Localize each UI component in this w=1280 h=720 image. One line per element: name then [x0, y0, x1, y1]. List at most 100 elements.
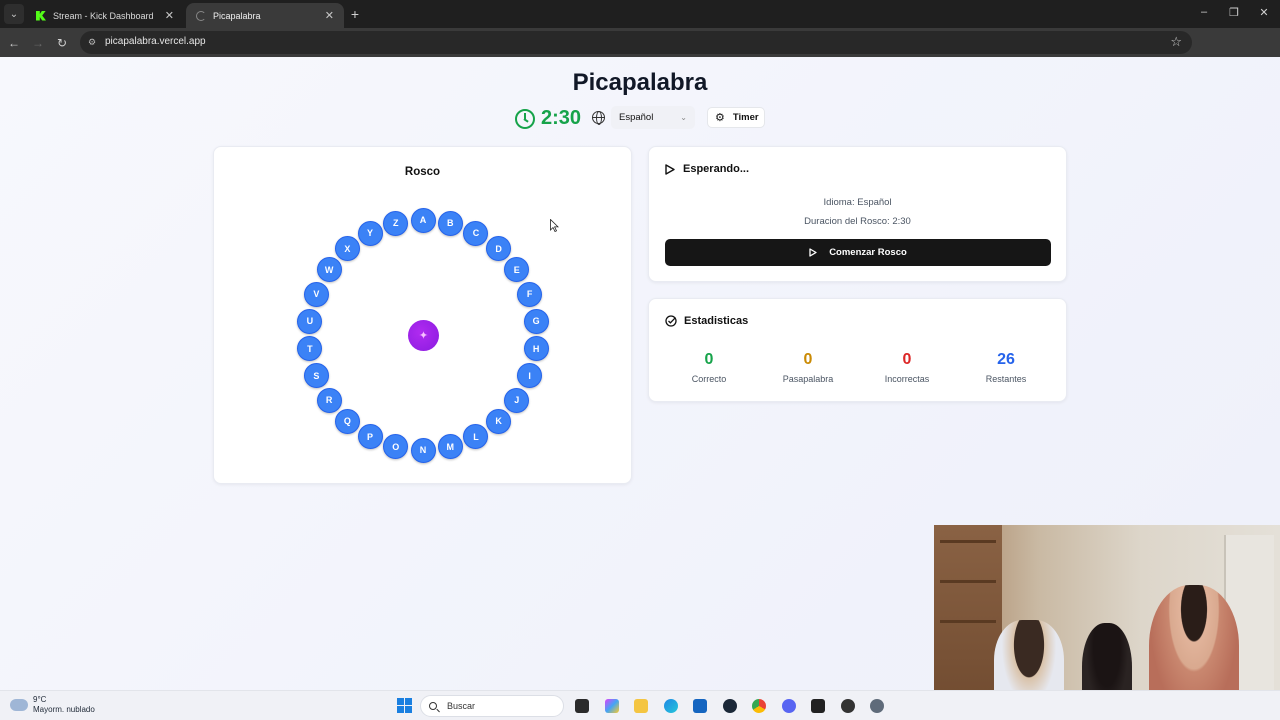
language-select[interactable]: Español ⌄ — [611, 106, 695, 129]
capcut-icon[interactable] — [811, 699, 825, 713]
rosco-letter-q: Q — [334, 408, 360, 434]
close-window-icon[interactable]: ✕ — [1254, 6, 1274, 19]
rosco-letter-w: W — [316, 257, 342, 283]
tab-title: Stream - Kick Dashboard — [53, 10, 154, 21]
rosco-letter-s: S — [303, 363, 329, 389]
rosco-letter-l: L — [463, 424, 489, 450]
chevron-down-icon: ⌄ — [680, 113, 687, 122]
close-tab-icon[interactable]: ✕ — [165, 9, 174, 22]
close-tab-icon[interactable]: ✕ — [325, 9, 334, 22]
rosco-letter-u: U — [297, 308, 323, 334]
rosco-letter-a: A — [410, 207, 436, 233]
check-circle-icon — [665, 315, 677, 327]
start-rosco-button[interactable]: Comenzar Rosco — [665, 239, 1051, 266]
taskbar-search-input[interactable]: Buscar — [420, 695, 564, 717]
weather-widget[interactable]: 9°C Mayorm. nublado — [10, 695, 95, 715]
stat-value: 26 — [997, 351, 1015, 368]
search-icon — [429, 702, 437, 710]
language-info: Idioma: Español — [823, 197, 892, 208]
rosco-letter-r: R — [316, 387, 342, 413]
windows-start-icon[interactable] — [397, 698, 412, 713]
edge-icon[interactable] — [664, 699, 678, 713]
rosco-letter-c: C — [463, 220, 489, 246]
rosco-letter-g: G — [523, 308, 549, 334]
rosco-letter-h: H — [523, 336, 549, 362]
rosco-letter-j: J — [504, 387, 530, 413]
clock-icon — [515, 108, 535, 129]
language-select-value: Español — [619, 112, 654, 123]
copilot-icon[interactable] — [605, 699, 619, 713]
stat-value: 0 — [803, 351, 813, 368]
url-text: picapalabra.vercel.app — [105, 36, 206, 47]
reload-icon[interactable]: ↻ — [53, 34, 71, 52]
chrome-icon[interactable] — [752, 699, 766, 713]
browser-tab-bar: ⌄ Stream - Kick Dashboard ✕ Picapalabra … — [0, 0, 1280, 28]
discord-icon[interactable] — [782, 699, 796, 713]
duration-info: Duracion del Rosco: 2:30 — [804, 216, 911, 227]
stat-label: Incorrectas — [884, 374, 930, 384]
rosco-letter-y: Y — [357, 220, 383, 246]
rosco-letter-x: X — [334, 236, 360, 262]
stat-pasapalabra: 0 Pasapalabra — [763, 351, 853, 384]
new-tab-button[interactable]: + — [346, 5, 364, 23]
rosco-letter-e: E — [504, 257, 530, 283]
gear-icon: ⚙ — [715, 112, 725, 124]
restore-icon[interactable]: ❐ — [1224, 6, 1244, 19]
store-icon[interactable] — [693, 699, 707, 713]
browser-tab-kick[interactable]: Stream - Kick Dashboard ✕ — [26, 3, 184, 28]
browser-tab-picapalabra[interactable]: Picapalabra ✕ — [186, 3, 344, 28]
kick-favicon-icon — [36, 10, 46, 21]
stat-label: Pasapalabra — [782, 374, 834, 384]
rosco-letter-k: K — [486, 408, 512, 434]
task-view-icon[interactable] — [575, 699, 589, 713]
tab-title: Picapalabra — [213, 10, 261, 21]
stat-value: 0 — [902, 351, 912, 368]
tab-search-icon[interactable]: ⌄ — [4, 4, 24, 24]
globe-icon — [592, 111, 605, 125]
minimize-icon[interactable]: – — [1194, 6, 1214, 18]
timer-settings-button[interactable]: ⚙ Timer — [707, 107, 765, 128]
obs-icon[interactable] — [841, 699, 855, 713]
back-arrow-icon[interactable]: ← — [5, 34, 23, 52]
stats-header: Estadisticas — [665, 315, 748, 327]
start-button-label: Comenzar Rosco — [829, 247, 907, 258]
file-explorer-icon[interactable] — [634, 699, 648, 713]
rosco-title: Rosco — [404, 166, 441, 178]
rosco-letter-d: D — [486, 236, 512, 262]
loading-favicon-icon — [196, 10, 206, 21]
rosco-letter-f: F — [517, 281, 543, 307]
rosco-card: Rosco ABCDEFGHIJKLMNOPQRSTUVWXYZ ✦ — [213, 146, 632, 484]
play-icon — [809, 248, 817, 257]
status-title: Esperando... — [683, 163, 750, 175]
taskbar: 9°C Mayorm. nublado Buscar — [0, 690, 1280, 720]
settings-gear-icon[interactable] — [870, 699, 884, 713]
play-icon — [665, 163, 675, 175]
weather-cloud-icon — [10, 695, 28, 711]
stat-value: 0 — [704, 351, 714, 368]
rosco-letter-b: B — [437, 210, 463, 236]
timer-value: 2:30 — [541, 107, 582, 129]
site-settings-icon[interactable]: ⚙ — [88, 37, 98, 47]
weather-description: Mayorm. nublado — [33, 705, 95, 714]
rosco-letter-p: P — [357, 424, 383, 450]
stat-label: Restantes — [985, 374, 1027, 384]
bookmark-star-icon[interactable]: ☆ — [1170, 34, 1182, 50]
rosco-letter-o: O — [383, 434, 409, 460]
search-placeholder: Buscar — [447, 701, 476, 711]
page-title: Picapalabra — [572, 69, 708, 96]
stats-card: Estadisticas 0 Correcto 0 Pasapalabra 0 … — [648, 298, 1067, 402]
stat-incorrect: 0 Incorrectas — [862, 351, 952, 384]
stat-remaining: 26 Restantes — [961, 351, 1051, 384]
status-header: Esperando... — [665, 163, 749, 175]
stat-label: Correcto — [691, 374, 727, 384]
forward-arrow-icon[interactable]: → — [29, 34, 47, 52]
weather-temperature: 9°C — [33, 695, 47, 704]
rosco-letter-n: N — [410, 437, 436, 463]
stat-correct: 0 Correcto — [664, 351, 754, 384]
rosco-letter-i: I — [517, 363, 543, 389]
rosco-letter-t: T — [297, 336, 323, 362]
address-bar-row: ← → ↻ ⚙ picapalabra.vercel.app ☆ I ⋮ — [0, 28, 1280, 78]
timer-display: 2:30 — [515, 107, 581, 130]
url-bar[interactable]: ⚙ picapalabra.vercel.app ☆ — [80, 31, 1192, 54]
steam-icon[interactable] — [723, 699, 737, 713]
